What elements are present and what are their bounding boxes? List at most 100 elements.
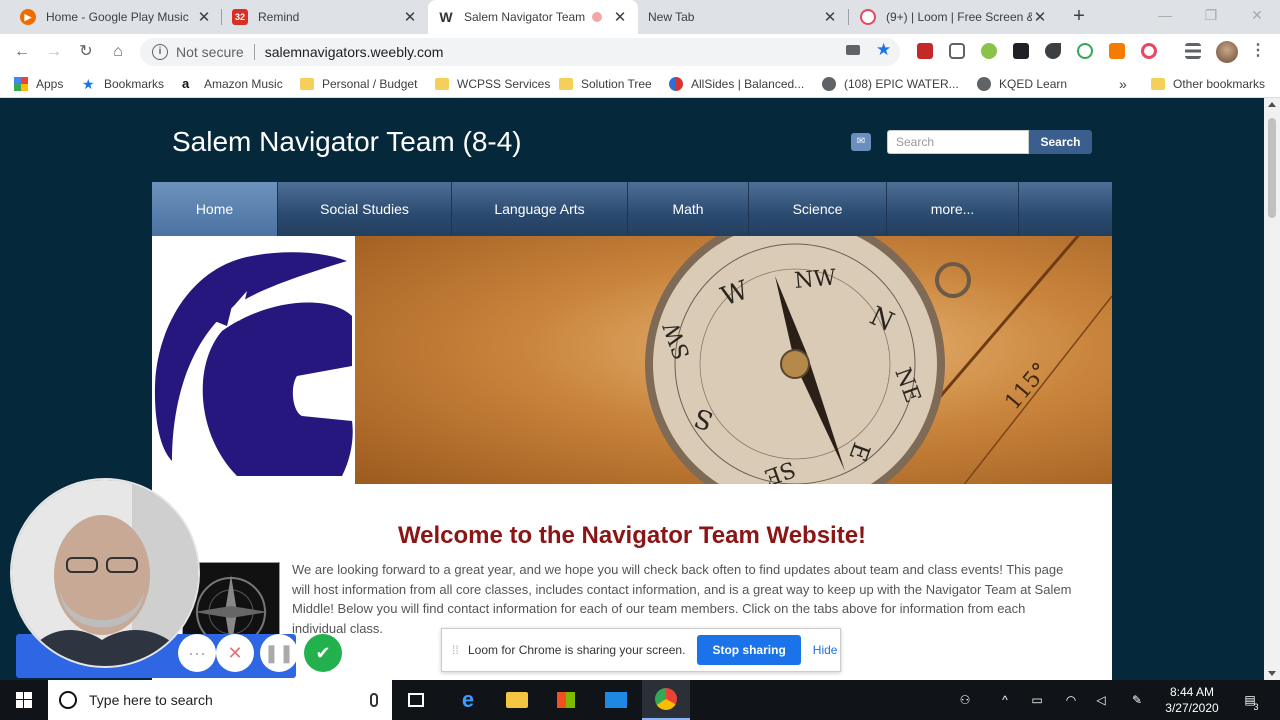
extension-green-icon[interactable] — [981, 43, 997, 59]
bookmark-label: KQED Learn — [999, 77, 1068, 91]
close-icon[interactable]: ✕ — [612, 8, 628, 26]
folder-icon — [559, 78, 573, 90]
menu-dots-icon[interactable]: ⋮ — [1250, 43, 1266, 59]
loom-more-icon[interactable]: ··· — [178, 634, 216, 672]
nav-science[interactable]: Science — [749, 182, 887, 236]
store-icon[interactable] — [542, 680, 590, 720]
bookmark-wcpss-services[interactable]: WCPSS Services — [435, 75, 550, 93]
forward-arrow-icon[interactable]: → — [42, 40, 66, 64]
mail-app-icon[interactable] — [592, 680, 640, 720]
taskbar-search-placeholder: Type here to search — [89, 692, 213, 708]
hide-button[interactable]: Hide — [813, 643, 838, 657]
reload-icon[interactable]: ↻ — [74, 40, 98, 64]
nav-math[interactable]: Math — [628, 182, 749, 236]
back-arrow-icon[interactable]: ← — [10, 40, 34, 64]
minimize-icon[interactable]: — — [1142, 0, 1188, 34]
rocket-icon[interactable] — [1045, 43, 1061, 59]
folder-icon — [1151, 78, 1165, 90]
bookmark-label: WCPSS Services — [457, 77, 551, 91]
wifi-icon[interactable]: ◠ — [1063, 692, 1079, 708]
bookmark-epic-water[interactable]: (108) EPIC WATER... — [822, 75, 959, 93]
loom-pause-icon[interactable]: ❚❚ — [260, 634, 298, 672]
site-title[interactable]: Salem Navigator Team (8-4) — [172, 126, 522, 158]
bookmark-bookmarks[interactable]: ★ Bookmarks — [82, 75, 164, 93]
more-bookmarks-chevron-icon[interactable]: » — [1119, 75, 1127, 93]
loom-cancel-icon[interactable]: ✕ — [216, 634, 254, 672]
tab-title: Remind — [258, 10, 300, 24]
restore-icon[interactable]: ❐ — [1188, 0, 1234, 34]
extension-red-icon[interactable] — [917, 43, 933, 59]
bookmark-apps[interactable]: Apps — [14, 75, 63, 93]
globe-icon — [977, 77, 991, 91]
chat-icon[interactable] — [1077, 43, 1093, 59]
bookmark-other[interactable]: Other bookmarks — [1151, 75, 1265, 93]
windows-taskbar: Type here to search e ⚇ ^ ▭ ◠ ◁ ✎ 8:44 A… — [0, 680, 1280, 720]
bookmark-personal-budget[interactable]: Personal / Budget — [300, 75, 417, 93]
nav-social-studies[interactable]: Social Studies — [278, 182, 452, 236]
windows-start-button[interactable] — [0, 680, 48, 720]
pen-icon[interactable]: ✎ — [1129, 692, 1145, 708]
loom-sharing-bar: ⁞⁞ Loom for Chrome is sharing your scree… — [441, 628, 841, 672]
tab-loom[interactable]: (9+) | Loom | Free Screen & ✕ — [850, 0, 1058, 34]
close-icon[interactable]: ✕ — [822, 8, 838, 26]
bookmark-allsides[interactable]: AllSides | Balanced... — [669, 75, 804, 93]
taskbar-search-box[interactable]: Type here to search — [48, 680, 392, 720]
camera-icon[interactable] — [846, 45, 860, 55]
address-bar[interactable]: i Not secure salemnavigators.weebly.com — [140, 38, 900, 66]
scroll-up-arrow-icon[interactable] — [1268, 102, 1276, 107]
taskbar-clock[interactable]: 8:44 AM 3/27/2020 — [1160, 684, 1224, 716]
tab-google-play-music[interactable]: ▶ Home - Google Play Music ✕ — [10, 0, 222, 34]
star-icon[interactable]: ★ — [876, 41, 892, 58]
layers-icon[interactable] — [1013, 43, 1029, 59]
close-icon[interactable]: ✕ — [402, 8, 418, 26]
loom-extension-icon[interactable] — [1141, 43, 1157, 59]
mail-icon[interactable]: ✉ — [851, 133, 871, 151]
bookmark-label: Other bookmarks — [1173, 77, 1266, 91]
battery-icon[interactable]: ▭ — [1029, 692, 1045, 708]
close-icon[interactable]: ✕ — [196, 8, 212, 26]
site-search-input[interactable] — [887, 130, 1029, 154]
page-scrollbar[interactable] — [1264, 98, 1280, 680]
drag-handle-icon[interactable]: ⁞⁞ — [452, 643, 462, 657]
nav-language-arts[interactable]: Language Arts — [452, 182, 628, 236]
scroll-down-arrow-icon[interactable] — [1268, 671, 1276, 676]
edge-icon[interactable]: e — [444, 680, 492, 720]
extension-orange-icon[interactable] — [1109, 43, 1125, 59]
tab-new-tab[interactable]: New Tab ✕ — [638, 0, 848, 34]
sharing-message: Loom for Chrome is sharing your screen. — [468, 643, 686, 657]
bookmark-kqed-learn[interactable]: KQED Learn — [977, 75, 1067, 93]
stop-sharing-button[interactable]: Stop sharing — [697, 635, 801, 665]
info-icon[interactable]: i — [152, 44, 168, 60]
people-icon[interactable]: ⚇ — [957, 692, 973, 708]
new-tab-button[interactable]: + — [1068, 5, 1090, 27]
bookmark-solution-tree[interactable]: Solution Tree — [559, 75, 652, 93]
task-view-icon[interactable] — [392, 680, 440, 720]
tab-title: New Tab — [648, 10, 695, 24]
bookmark-label: AllSides | Balanced... — [691, 77, 805, 91]
tab-remind[interactable]: 32 Remind ✕ — [222, 0, 428, 34]
nav-home[interactable]: Home — [152, 182, 278, 236]
tab-salem-navigator-team[interactable]: W Salem Navigator Team ✕ — [428, 0, 638, 34]
volume-icon[interactable]: ◁ — [1093, 692, 1109, 708]
bookmark-label: Amazon Music — [204, 77, 283, 91]
avatar[interactable] — [1216, 41, 1238, 63]
close-icon[interactable]: ✕ — [1032, 8, 1048, 26]
pocket-icon[interactable] — [949, 43, 965, 59]
home-icon[interactable]: ⌂ — [106, 40, 130, 64]
url-text[interactable]: salemnavigators.weebly.com — [265, 44, 444, 60]
nav-more[interactable]: more... — [887, 182, 1019, 236]
windows-logo-icon — [16, 692, 32, 708]
loom-finish-check-icon[interactable]: ✔ — [304, 634, 342, 672]
file-explorer-icon[interactable] — [493, 680, 541, 720]
window-close-icon[interactable]: ✕ — [1234, 0, 1280, 34]
scrollbar-thumb[interactable] — [1268, 118, 1276, 218]
browser-tab-strip: ▶ Home - Google Play Music ✕ 32 Remind ✕… — [0, 0, 1280, 34]
chrome-icon[interactable] — [642, 680, 690, 720]
microphone-icon[interactable] — [370, 693, 378, 707]
site-search-button[interactable]: Search — [1029, 130, 1092, 154]
bookmark-label: Personal / Budget — [322, 77, 418, 91]
show-hidden-icons-icon[interactable]: ^ — [997, 692, 1013, 708]
bookmark-amazon-music[interactable]: a Amazon Music — [182, 75, 283, 93]
reading-list-icon[interactable] — [1185, 43, 1201, 59]
webcam-bubble[interactable] — [10, 478, 200, 668]
